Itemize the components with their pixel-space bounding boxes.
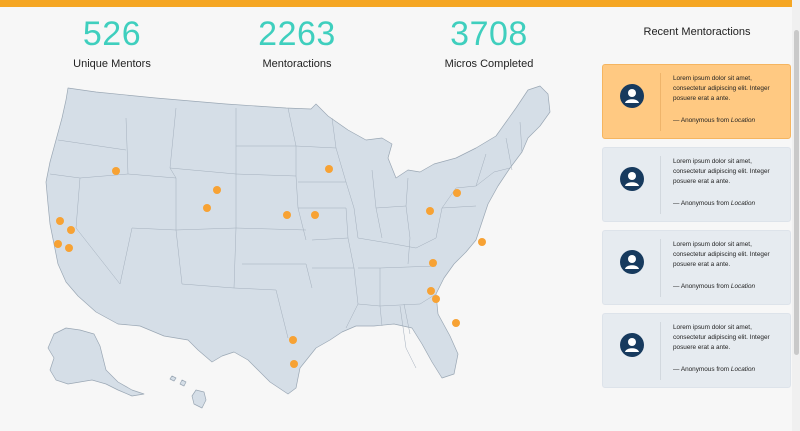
location-marker [426, 207, 434, 215]
stat-value: 3708 [450, 15, 528, 53]
card-quote: Lorem ipsum dolor sit amet, consectetur … [673, 324, 770, 351]
attribution-by: — Anonymous from [673, 200, 730, 207]
stat-label: Mentoractions [262, 58, 332, 70]
card-attribution: — Anonymous from Location [673, 283, 755, 290]
card-attribution: — Anonymous from Location [673, 117, 755, 124]
user-avatar-icon [620, 250, 644, 274]
location-marker [290, 360, 298, 368]
location-marker [432, 295, 440, 303]
mentoraction-card[interactable]: Lorem ipsum dolor sit amet, consectetur … [602, 147, 791, 222]
mentoraction-card[interactable]: Lorem ipsum dolor sit amet, consectetur … [602, 313, 791, 388]
stat-label: Micros Completed [444, 58, 534, 70]
hawaii-island [179, 379, 187, 387]
us-map-svg [45, 85, 551, 409]
location-marker [65, 244, 73, 252]
stat-unique-mentors: 526 Unique Mentors [22, 14, 202, 70]
user-avatar-icon [620, 167, 644, 191]
card-divider [660, 156, 661, 214]
location-marker [453, 189, 461, 197]
stat-value: 526 [82, 15, 142, 53]
attribution-by: — Anonymous from [673, 283, 730, 290]
us-map [36, 78, 558, 413]
attribution-location: Location [730, 283, 756, 290]
location-marker [213, 186, 221, 194]
location-marker [54, 240, 62, 248]
location-marker [283, 211, 291, 219]
card-attribution: — Anonymous from Location [673, 200, 755, 207]
card-quote: Lorem ipsum dolor sit amet, consectetur … [673, 158, 770, 185]
card-divider [660, 73, 661, 131]
location-marker [452, 319, 460, 327]
recent-mentoractions-title: Recent Mentoractions [643, 26, 751, 38]
hawaii-shape [191, 389, 207, 409]
attribution-location: Location [730, 117, 756, 124]
contiguous-us-shape [45, 85, 551, 395]
attribution-location: Location [730, 366, 756, 373]
attribution-by: — Anonymous from [673, 366, 730, 373]
location-marker [67, 226, 75, 234]
stat-label: Unique Mentors [73, 58, 151, 70]
attribution-location: Location [730, 200, 756, 207]
top-accent-bar [0, 0, 800, 7]
stat-value: 2263 [258, 15, 336, 53]
location-marker [56, 217, 64, 225]
attribution-by: — Anonymous from [673, 117, 730, 124]
alaska-shape [47, 327, 145, 397]
location-marker [429, 259, 437, 267]
location-marker [311, 211, 319, 219]
stat-micros-completed: 3708 Micros Completed [399, 14, 579, 70]
user-avatar-icon [620, 84, 644, 108]
card-divider [660, 322, 661, 380]
card-quote: Lorem ipsum dolor sit amet, consectetur … [673, 241, 770, 268]
location-marker [478, 238, 486, 246]
card-quote: Lorem ipsum dolor sit amet, consectetur … [673, 75, 770, 102]
scrollbar-thumb[interactable] [794, 30, 799, 355]
card-attribution: — Anonymous from Location [673, 366, 755, 373]
mentoraction-card[interactable]: Lorem ipsum dolor sit amet, consectetur … [602, 230, 791, 305]
location-marker [112, 167, 120, 175]
location-marker [427, 287, 435, 295]
mentoraction-card[interactable]: Lorem ipsum dolor sit amet, consectetur … [602, 64, 791, 139]
user-avatar-icon [620, 333, 644, 357]
card-divider [660, 239, 661, 297]
location-marker [325, 165, 333, 173]
hawaii-island [169, 375, 177, 382]
location-marker [289, 336, 297, 344]
location-marker [203, 204, 211, 212]
stat-mentoractions: 2263 Mentoractions [207, 14, 387, 70]
